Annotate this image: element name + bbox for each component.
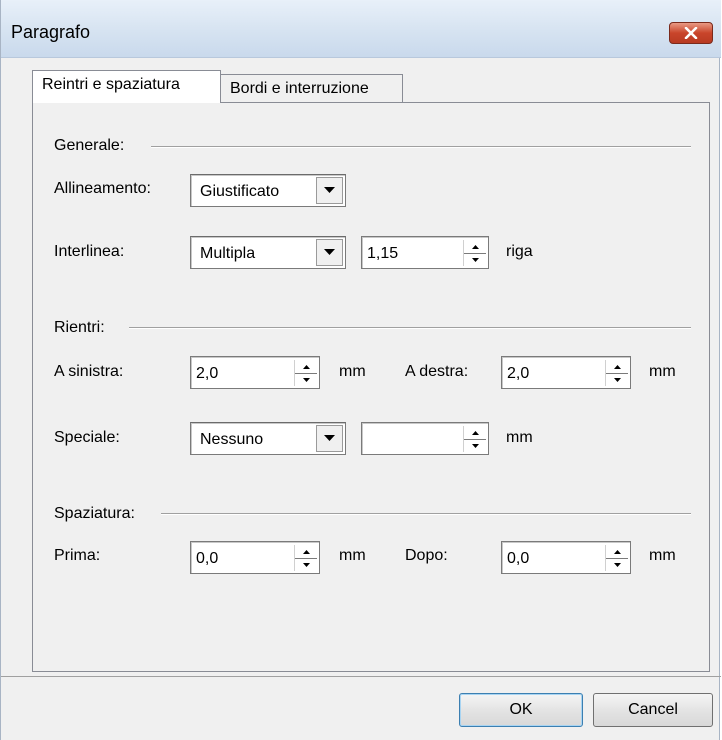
- spin-up-button[interactable]: [464, 240, 486, 254]
- space-after-unit: mm: [649, 547, 676, 564]
- spin-up-button[interactable]: [606, 545, 628, 559]
- special-indent-value: Nessuno: [200, 431, 264, 448]
- spin-down-icon: [471, 443, 479, 448]
- right-indent-value: 2,0: [507, 365, 530, 382]
- title-bar[interactable]: Paragrafo: [1, 0, 721, 58]
- section-divider: [129, 327, 691, 329]
- chevron-down-icon: [324, 187, 335, 193]
- space-before-spinner[interactable]: 0,0: [190, 541, 320, 574]
- alignment-select[interactable]: Giustificato: [190, 174, 346, 207]
- close-icon: [684, 27, 698, 39]
- left-indent-spinner[interactable]: 2,0: [190, 356, 320, 389]
- section-heading-spacing: Spaziatura:: [54, 505, 135, 522]
- spin-down-button[interactable]: [606, 558, 628, 571]
- special-indent-dropdown-button[interactable]: [316, 425, 343, 452]
- left-indent-unit: mm: [339, 363, 366, 380]
- alignment-dropdown-button[interactable]: [316, 177, 343, 204]
- spin-up-button[interactable]: [295, 545, 317, 559]
- section-heading-indents: Rientri:: [54, 319, 105, 336]
- spin-up-button[interactable]: [606, 360, 628, 374]
- spin-down-button[interactable]: [464, 439, 486, 452]
- tab-borders-breaks[interactable]: Bordi e interruzione: [221, 74, 403, 103]
- special-indent-select[interactable]: Nessuno: [190, 422, 346, 455]
- spin-down-button[interactable]: [606, 373, 628, 386]
- spin-down-icon: [613, 377, 621, 382]
- spin-up-icon: [471, 430, 479, 435]
- spin-up-icon: [302, 549, 310, 554]
- space-after-value: 0,0: [507, 550, 530, 567]
- line-spacing-value: Multipla: [200, 245, 256, 262]
- right-indent-label: A destra:: [405, 363, 469, 380]
- line-spacing-amount-value: 1,15: [367, 245, 399, 262]
- space-after-spinner[interactable]: 0,0: [501, 541, 631, 574]
- spin-down-button[interactable]: [295, 558, 317, 571]
- spin-up-icon: [302, 364, 310, 369]
- line-spacing-select[interactable]: Multipla: [190, 236, 346, 269]
- line-spacing-amount-spinner[interactable]: 1,15: [361, 236, 489, 269]
- spin-up-button[interactable]: [295, 360, 317, 374]
- paragraph-dialog: Paragrafo Reintri e spaziatura Bordi e i…: [0, 0, 721, 740]
- line-spacing-unit: riga: [506, 243, 533, 260]
- space-before-value: 0,0: [196, 550, 219, 567]
- close-button[interactable]: [669, 22, 713, 44]
- section-heading-general: Generale:: [54, 137, 125, 154]
- spin-down-icon: [613, 562, 621, 567]
- spin-down-icon: [302, 377, 310, 382]
- special-indent-amount-spinner[interactable]: [361, 422, 489, 455]
- spin-up-icon: [471, 244, 479, 249]
- right-indent-unit: mm: [649, 363, 676, 380]
- spin-down-icon: [302, 562, 310, 567]
- spin-down-button[interactable]: [464, 253, 486, 266]
- section-divider: [151, 146, 691, 148]
- spin-up-icon: [613, 364, 621, 369]
- ok-button[interactable]: OK: [459, 693, 583, 727]
- space-before-unit: mm: [339, 547, 366, 564]
- space-after-label: Dopo:: [405, 547, 448, 564]
- right-indent-spinner[interactable]: 2,0: [501, 356, 631, 389]
- special-indent-label: Speciale:: [54, 429, 120, 446]
- chevron-down-icon: [324, 435, 335, 441]
- spin-up-button[interactable]: [464, 426, 486, 440]
- section-divider: [161, 513, 691, 515]
- cancel-button[interactable]: Cancel: [593, 693, 713, 727]
- left-indent-label: A sinistra:: [54, 363, 124, 380]
- tab-indents-spacing[interactable]: Reintri e spaziatura: [32, 70, 221, 103]
- line-spacing-label: Interlinea:: [54, 243, 125, 260]
- alignment-value: Giustificato: [200, 183, 280, 200]
- dialog-title: Paragrafo: [11, 22, 91, 42]
- alignment-label: Allineamento:: [54, 180, 151, 197]
- spin-down-button[interactable]: [295, 373, 317, 386]
- space-before-label: Prima:: [54, 547, 101, 564]
- chevron-down-icon: [324, 249, 335, 255]
- special-indent-unit: mm: [506, 429, 533, 446]
- left-indent-value: 2,0: [196, 365, 219, 382]
- line-spacing-dropdown-button[interactable]: [316, 239, 343, 266]
- spin-down-icon: [471, 257, 479, 262]
- spin-up-icon: [613, 549, 621, 554]
